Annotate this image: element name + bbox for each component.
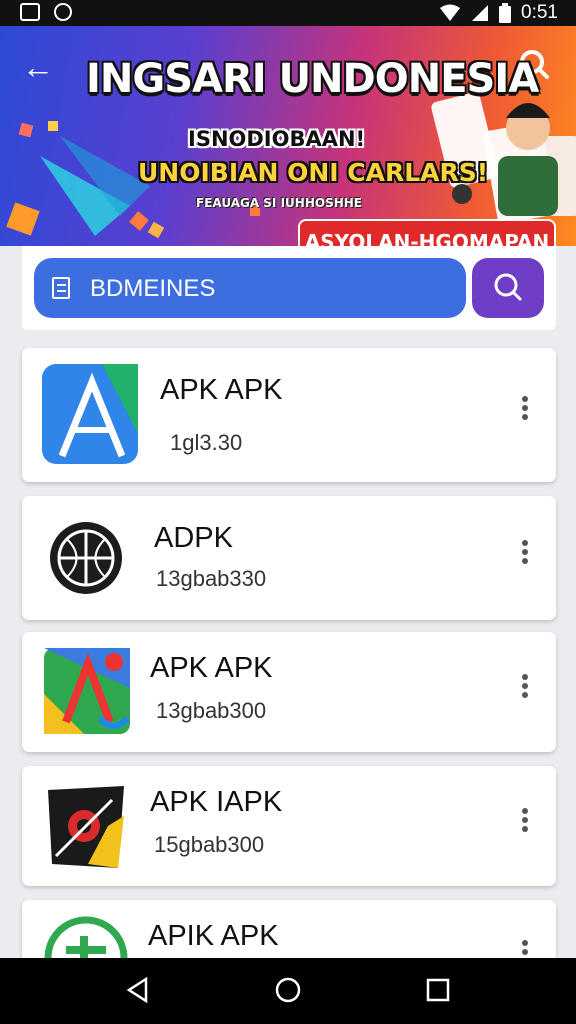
wifi-icon bbox=[440, 4, 461, 21]
back-arrow-icon[interactable]: ← bbox=[22, 51, 54, 83]
sync-icon bbox=[54, 3, 72, 21]
notification-icon bbox=[20, 3, 40, 21]
banner-cta-button[interactable]: ASYOLAN-HGOMAPAN bbox=[298, 219, 556, 246]
search-icon bbox=[494, 273, 522, 301]
battery-icon bbox=[499, 3, 512, 23]
list-item[interactable]: APK APK 1gl3.30 bbox=[22, 348, 556, 482]
banner-title: INGSARI UNDONESIA bbox=[86, 56, 539, 102]
more-options-icon[interactable] bbox=[522, 674, 530, 701]
app-meta: 13gbab330 bbox=[156, 566, 267, 591]
banner-small-text: FEAUAGA SI IUHHOSHHE bbox=[196, 196, 362, 210]
more-options-icon[interactable] bbox=[522, 396, 530, 423]
nav-back-icon[interactable] bbox=[124, 976, 152, 1004]
app-meta: 15gbab300 bbox=[154, 832, 265, 857]
list-item[interactable]: APK APK 13gbab300 bbox=[22, 632, 556, 752]
list-item[interactable]: APK IAPK 15gbab300 bbox=[22, 766, 556, 886]
app-icon bbox=[44, 916, 128, 958]
app-name: APK APK bbox=[150, 652, 273, 684]
promo-banner[interactable]: ← INGSARI UNDONESIA ISNODIOBAAN! UNOIBIA… bbox=[0, 26, 576, 246]
search-button[interactable] bbox=[472, 258, 544, 318]
app-name: ADPK bbox=[154, 522, 233, 554]
signal-icon bbox=[472, 5, 489, 21]
app-meta: 13gbab300 bbox=[156, 698, 267, 723]
banner-subtitle-2: UNOIBIAN ONI CARLARS! bbox=[138, 158, 489, 187]
status-bar: 0:51 bbox=[0, 0, 576, 26]
basketball-icon bbox=[50, 522, 122, 594]
more-options-icon[interactable] bbox=[522, 540, 530, 567]
document-icon bbox=[52, 277, 70, 299]
status-time: 0:51 bbox=[521, 2, 558, 23]
search-input[interactable]: BDMEINES bbox=[34, 258, 466, 318]
app-store-icon bbox=[42, 364, 138, 464]
navigation-bar bbox=[0, 958, 576, 1024]
nav-home-icon[interactable] bbox=[274, 976, 302, 1004]
app-name: APK IAPK bbox=[150, 786, 283, 818]
target-app-icon bbox=[48, 786, 124, 868]
banner-subtitle: ISNODIOBAAN! bbox=[188, 127, 366, 151]
more-options-icon[interactable] bbox=[522, 808, 530, 835]
app-name: APK APK bbox=[160, 374, 283, 406]
list-item[interactable]: ADPK 13gbab330 bbox=[22, 496, 556, 620]
maps-app-icon bbox=[44, 648, 131, 734]
search-placeholder: BDMEINES bbox=[90, 275, 216, 302]
nav-recents-icon[interactable] bbox=[424, 976, 452, 1004]
app-meta: 1gl3.30 bbox=[170, 430, 243, 455]
app-name: APIK APK bbox=[148, 920, 279, 952]
